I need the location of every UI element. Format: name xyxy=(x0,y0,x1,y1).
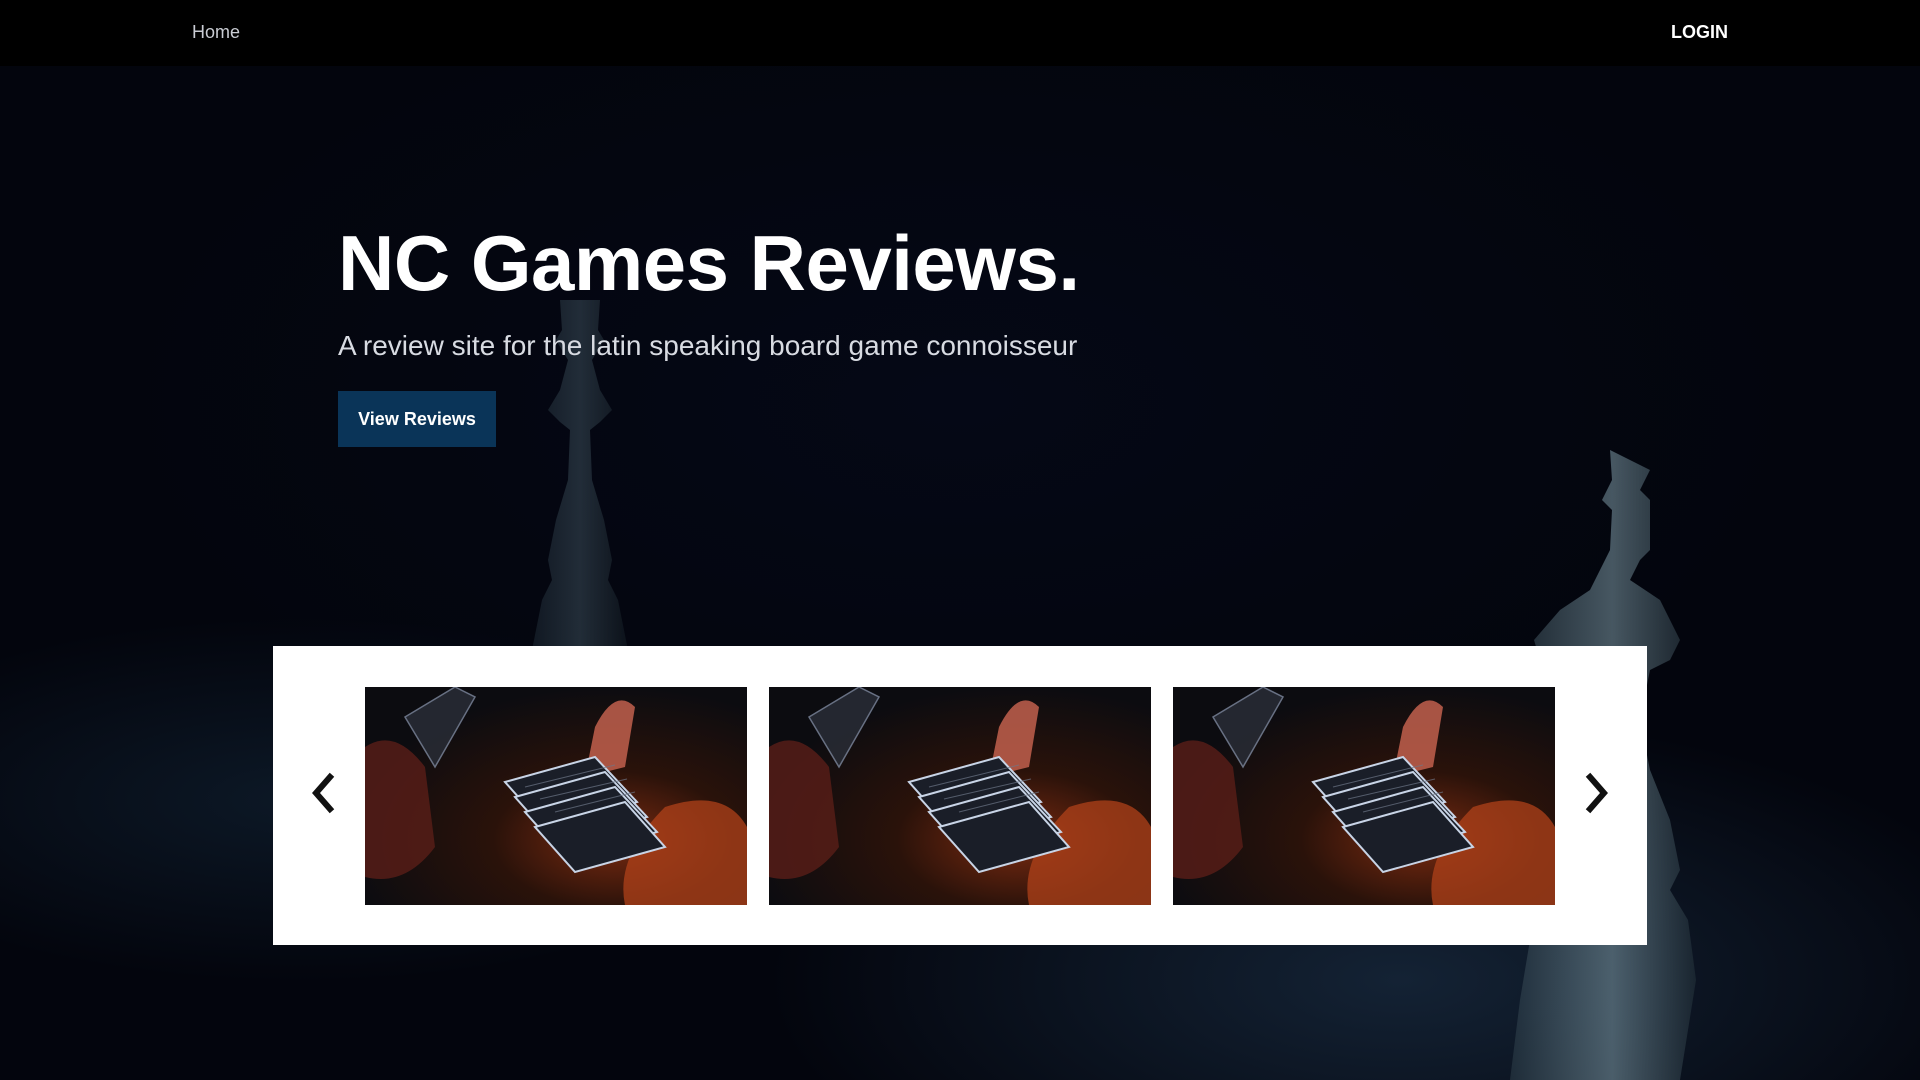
carousel-slide[interactable] xyxy=(1173,687,1555,905)
top-navbar: Home LOGIN xyxy=(0,0,1920,66)
carousel-prev-button[interactable] xyxy=(303,768,343,818)
page: Home LOGIN NC Games Reviews. A review si… xyxy=(0,0,1920,1080)
reviews-carousel xyxy=(273,646,1647,945)
chevron-left-icon xyxy=(312,772,335,814)
nav-home-link[interactable]: Home xyxy=(192,22,240,43)
nav-login-link[interactable]: LOGIN xyxy=(1671,22,1728,43)
playing-cards-in-hand-photo xyxy=(769,687,1151,905)
carousel-slide[interactable] xyxy=(769,687,1151,905)
view-reviews-button[interactable]: View Reviews xyxy=(338,391,496,447)
carousel-next-button[interactable] xyxy=(1577,768,1617,818)
hero-subtitle: A review site for the latin speaking boa… xyxy=(338,330,1078,361)
hero-title: NC Games Reviews. xyxy=(338,219,1080,307)
carousel-slide[interactable] xyxy=(365,687,747,905)
playing-cards-in-hand-photo xyxy=(1173,687,1555,905)
playing-cards-in-hand-photo xyxy=(365,687,747,905)
chevron-right-icon xyxy=(1585,772,1608,814)
